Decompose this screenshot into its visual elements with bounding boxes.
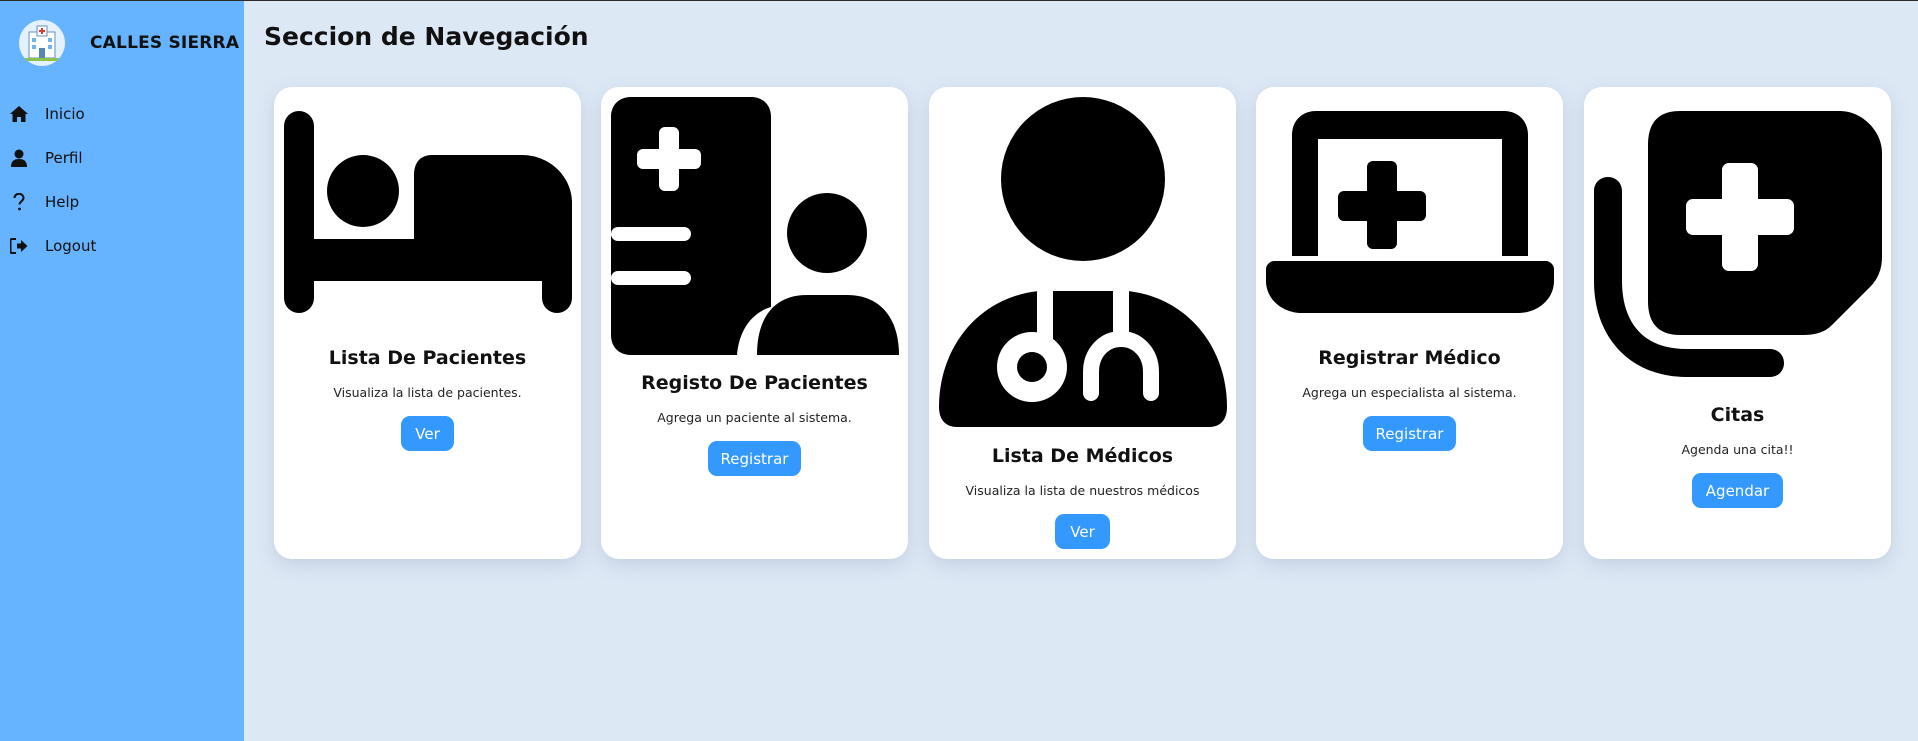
- ver-medicos-button[interactable]: Ver: [1055, 514, 1110, 549]
- card-title: Lista De Pacientes: [328, 347, 527, 369]
- brand-name: CALLES SIERRA: [90, 33, 240, 53]
- card-registro-pacientes: Registo De Pacientes Agrega un paciente …: [601, 87, 908, 559]
- card-citas: Citas Agenda una cita!! Agendar: [1584, 87, 1891, 559]
- sidebar-item-help[interactable]: Help: [10, 180, 96, 224]
- card-description: Agrega un especialista al sistema.: [1302, 385, 1517, 400]
- bed-icon: [284, 111, 572, 317]
- card-lista-pacientes: Lista De Pacientes Visualiza la lista de…: [274, 87, 581, 559]
- card-registrar-medico: Registrar Médico Agrega un especialista …: [1256, 87, 1563, 559]
- laptop-medical-icon: [1266, 111, 1554, 317]
- card-description: Agrega un paciente al sistema.: [657, 410, 852, 425]
- user-icon: [10, 149, 28, 167]
- sidebar-item-logout[interactable]: Logout: [10, 224, 96, 268]
- card-description: Agenda una cita!!: [1681, 442, 1794, 457]
- card-lista-medicos: Lista De Médicos Visualiza la lista de n…: [929, 87, 1236, 559]
- sidebar-item-label: Inicio: [45, 105, 85, 123]
- card-title: Registrar Médico: [1318, 347, 1501, 369]
- patient-register-icon: [611, 97, 899, 359]
- card-title: Lista De Médicos: [991, 445, 1174, 467]
- registrar-paciente-button[interactable]: Registrar: [708, 441, 801, 476]
- doctor-icon: [939, 97, 1227, 431]
- sidebar: CALLES SIERRA Inicio Perfil Help Logout: [0, 1, 244, 741]
- card-title: Registo De Pacientes: [641, 372, 868, 394]
- sidebar-nav: Inicio Perfil Help Logout: [10, 92, 96, 268]
- sidebar-item-label: Logout: [45, 237, 97, 255]
- registrar-medico-button[interactable]: Registrar: [1363, 416, 1456, 451]
- logout-icon: [10, 237, 28, 255]
- home-icon: [10, 105, 28, 123]
- sidebar-item-label: Help: [45, 193, 80, 211]
- ver-pacientes-button[interactable]: Ver: [401, 416, 454, 451]
- question-icon: [10, 193, 28, 211]
- sidebar-item-perfil[interactable]: Perfil: [10, 136, 96, 180]
- card-description: Visualiza la lista de pacientes.: [333, 385, 522, 400]
- sidebar-item-inicio[interactable]: Inicio: [10, 92, 96, 136]
- agendar-cita-button[interactable]: Agendar: [1692, 473, 1783, 508]
- card-title: Citas: [1710, 404, 1765, 426]
- sidebar-item-label: Perfil: [45, 149, 83, 167]
- card-description: Visualiza la lista de nuestros médicos: [965, 483, 1200, 498]
- brand[interactable]: CALLES SIERRA: [19, 20, 239, 66]
- hospital-logo: [19, 20, 65, 66]
- notes-medical-icon: [1594, 111, 1882, 393]
- page-title: Seccion de Navegación: [264, 22, 589, 51]
